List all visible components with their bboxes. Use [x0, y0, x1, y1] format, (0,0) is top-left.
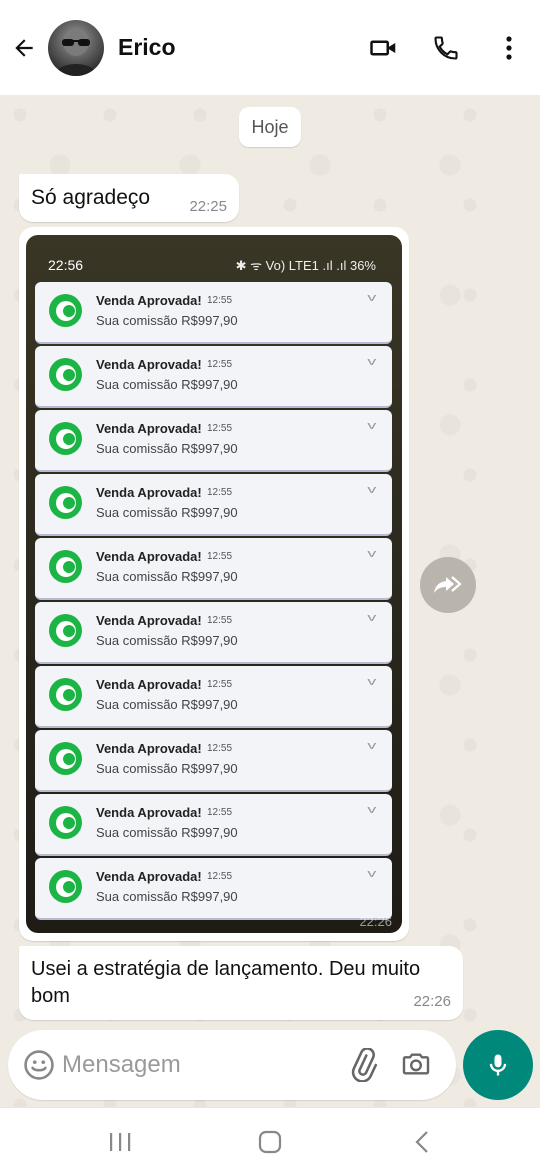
notification-card: Venda Aprovada! 12:55 Sua comissão R$997,9…: [35, 730, 392, 792]
notification-card: Venda Aprovada! 12:55 Sua comissão R$997,9…: [35, 538, 392, 600]
microphone-button[interactable]: [463, 1030, 533, 1100]
app-logo-icon: [49, 294, 82, 327]
chevron-down-icon: v: [366, 676, 376, 688]
app-logo-icon: [49, 486, 82, 519]
chevron-down-icon: v: [366, 804, 376, 816]
app-logo-icon: [49, 678, 82, 711]
notification-title: Venda Aprovada!: [96, 741, 202, 756]
notification-time: 12:55: [207, 807, 233, 818]
notification-body: Sua comissão R$997,90: [96, 761, 238, 776]
message-composer: [8, 1030, 456, 1100]
back-icon[interactable]: [402, 1124, 442, 1160]
status-icons: ✱ ᯤ Vo) LTE1 .ıl .ıl: [235, 258, 347, 273]
battery-level: 36%: [349, 258, 376, 273]
phone-icon[interactable]: [428, 30, 464, 66]
notification-body: Sua comissão R$997,90: [96, 505, 238, 520]
chevron-down-icon: v: [366, 420, 376, 432]
app-logo-icon: [49, 806, 82, 839]
notification-card: Venda Aprovada! 12:55 Sua comissão R$997,9…: [35, 666, 392, 728]
notification-card: Venda Aprovada! 12:55 Sua comissão R$997,9…: [35, 410, 392, 472]
notification-time: 12:55: [207, 871, 233, 882]
app-logo-icon: [49, 422, 82, 455]
notification-time: 12:55: [207, 743, 233, 754]
notification-body: Sua comissão R$997,90: [96, 313, 238, 328]
message-bubble[interactable]: Só agradeço 22:25: [19, 174, 239, 222]
date-chip: Hoje: [239, 107, 301, 147]
notification-time: 12:55: [207, 359, 233, 370]
notification-time: 12:55: [207, 551, 233, 562]
notification-time: 12:55: [207, 423, 233, 434]
notification-title: Venda Aprovada!: [96, 869, 202, 884]
notification-title: Venda Aprovada!: [96, 805, 202, 820]
chevron-down-icon: v: [366, 484, 376, 496]
microphone-icon: [489, 1054, 507, 1076]
video-call-icon[interactable]: [366, 30, 402, 66]
chevron-down-icon: v: [366, 868, 376, 880]
app-logo-icon: [49, 358, 82, 391]
app-logo-icon: [49, 870, 82, 903]
back-arrow-icon[interactable]: [8, 30, 40, 66]
attach-icon[interactable]: [346, 1047, 382, 1084]
contact-name[interactable]: Erico: [118, 34, 176, 61]
notification-card: Venda Aprovada! 12:55 Sua comissão R$997,9…: [35, 858, 392, 920]
status-time: 22:56: [48, 257, 84, 273]
phone-status-bar: 22:56 ✱ ᯤ Vo) LTE1 .ıl .ıl 36%: [26, 235, 402, 283]
notification-title: Venda Aprovada!: [96, 357, 202, 372]
message-input[interactable]: [62, 1044, 332, 1086]
message-time: 22:26: [413, 993, 451, 1010]
notification-title: Venda Aprovada!: [96, 549, 202, 564]
app-logo-icon: [49, 614, 82, 647]
recent-apps-icon[interactable]: [100, 1124, 140, 1160]
notification-card: Venda Aprovada! 12:55 Sua comissão R$997,9…: [35, 282, 392, 344]
notification-body: Sua comissão R$997,90: [96, 889, 238, 904]
notification-title: Venda Aprovada!: [96, 677, 202, 692]
chat-header: Erico: [0, 0, 540, 95]
notification-title: Venda Aprovada!: [96, 421, 202, 436]
notification-card: Venda Aprovada! 12:55 Sua comissão R$997,9…: [35, 602, 392, 664]
notification-body: Sua comissão R$997,90: [96, 569, 238, 584]
emoji-icon[interactable]: [22, 1048, 56, 1082]
notification-title: Venda Aprovada!: [96, 485, 202, 500]
image-overlay-time: 22:26: [359, 914, 392, 929]
chevron-down-icon: v: [366, 548, 376, 560]
notification-body: Sua comissão R$997,90: [96, 697, 238, 712]
notification-body: Sua comissão R$997,90: [96, 377, 238, 392]
notification-time: 12:55: [207, 295, 233, 306]
screenshot-image[interactable]: 22:56 ✱ ᯤ Vo) LTE1 .ıl .ıl 36% Venda Apr…: [26, 235, 402, 933]
home-icon[interactable]: [250, 1124, 290, 1160]
notification-body: Sua comissão R$997,90: [96, 633, 238, 648]
status-right: ✱ ᯤ Vo) LTE1 .ıl .ıl 36%: [236, 256, 376, 274]
notification-time: 12:55: [207, 679, 233, 690]
notification-body: Sua comissão R$997,90: [96, 441, 238, 456]
camera-icon[interactable]: [400, 1048, 436, 1084]
system-navigation-bar: [0, 1108, 540, 1174]
notification-card: Venda Aprovada! 12:55 Sua comissão R$997,9…: [35, 474, 392, 536]
notification-time: 12:55: [207, 487, 233, 498]
notification-title: Venda Aprovada!: [96, 613, 202, 628]
notification-card: Venda Aprovada! 12:55 Sua comissão R$997,9…: [35, 346, 392, 408]
message-text: Usei a estratégia de lançamento. Deu mui…: [31, 958, 421, 1007]
message-time: 22:25: [189, 198, 227, 215]
chevron-down-icon: v: [366, 292, 376, 304]
chevron-down-icon: v: [366, 356, 376, 368]
notification-title: Venda Aprovada!: [96, 293, 202, 308]
chevron-down-icon: v: [366, 740, 376, 752]
message-bubble[interactable]: Usei a estratégia de lançamento. Deu mui…: [19, 946, 463, 1020]
more-vertical-icon[interactable]: [491, 30, 527, 66]
message-text: Só agradeço: [31, 186, 151, 209]
notification-time: 12:55: [207, 615, 233, 626]
app-logo-icon: [49, 550, 82, 583]
forward-icon[interactable]: [420, 557, 476, 613]
chevron-down-icon: v: [366, 612, 376, 624]
app-logo-icon: [49, 742, 82, 775]
notification-body: Sua comissão R$997,90: [96, 825, 238, 840]
image-message-bubble[interactable]: 22:56 ✱ ᯤ Vo) LTE1 .ıl .ıl 36% Venda Apr…: [19, 227, 409, 941]
notification-card: Venda Aprovada! 12:55 Sua comissão R$997,9…: [35, 794, 392, 856]
avatar[interactable]: [48, 20, 104, 76]
